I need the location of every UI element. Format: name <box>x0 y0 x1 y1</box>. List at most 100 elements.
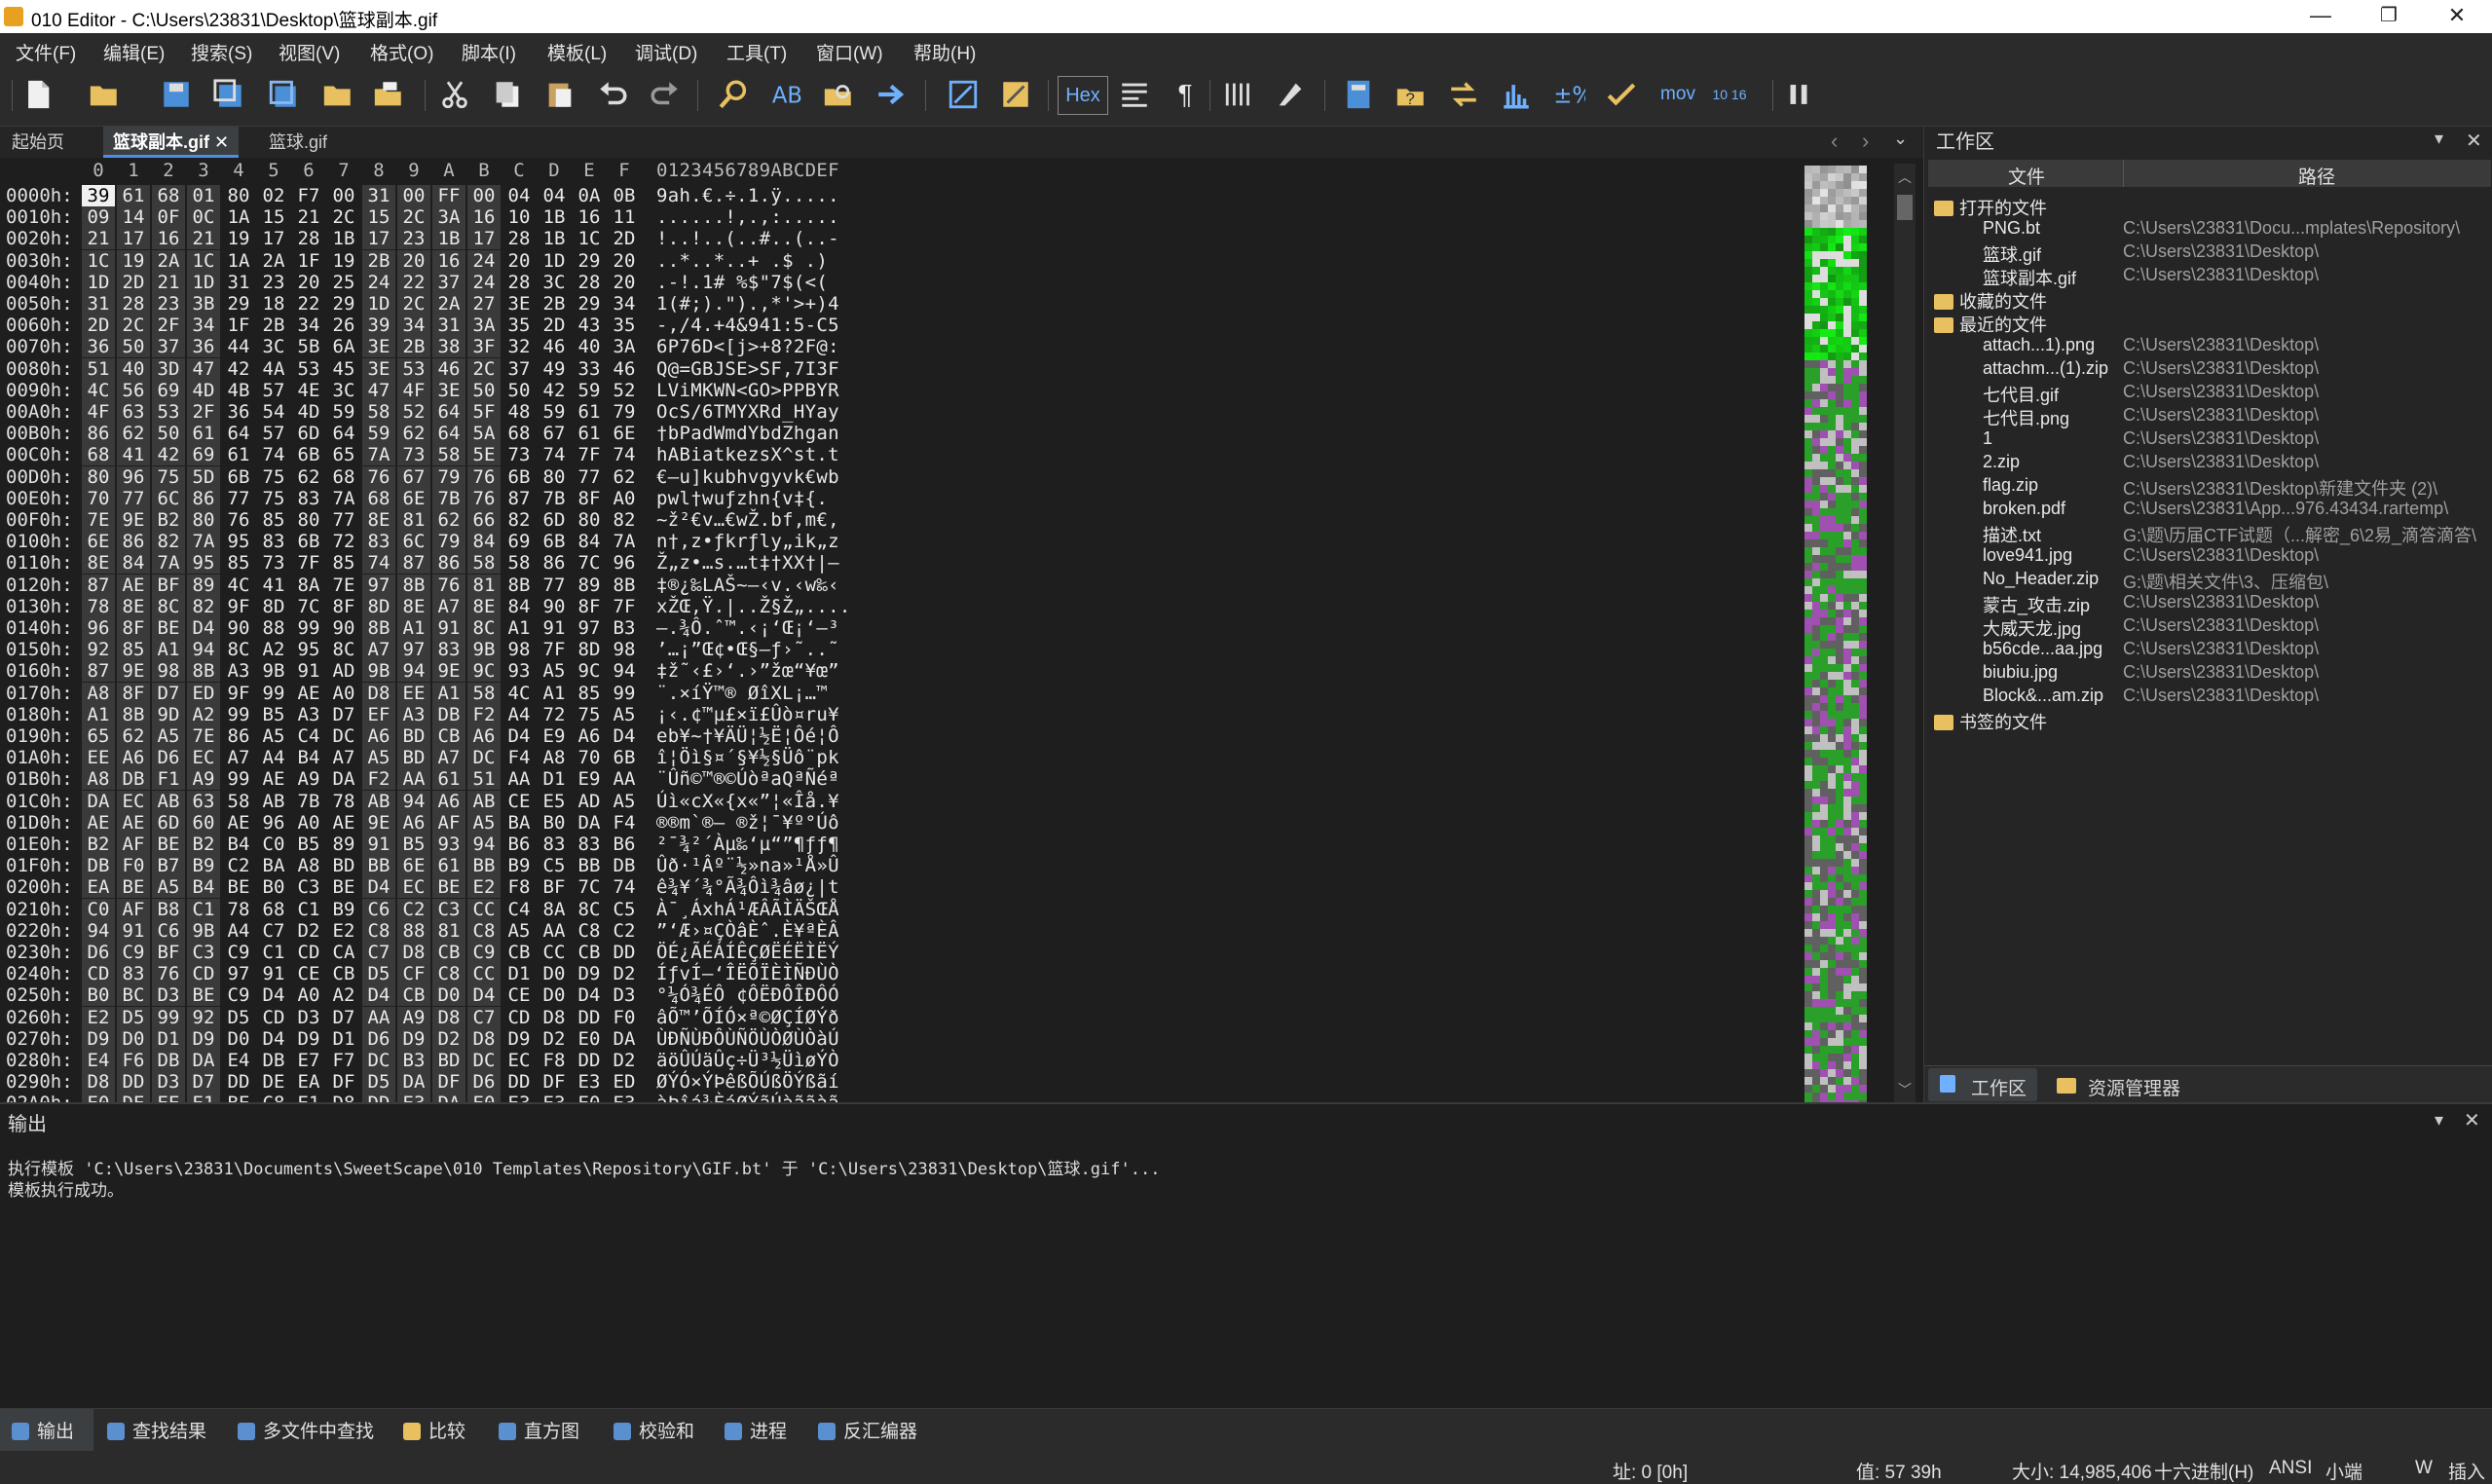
hex-byte[interactable]: A6 <box>467 725 501 747</box>
hex-byte[interactable]: 41 <box>117 444 150 466</box>
hex-byte[interactable]: D9 <box>292 1028 325 1050</box>
hex-byte[interactable]: C5 <box>608 899 641 920</box>
hex-byte[interactable]: CB <box>432 725 465 747</box>
hex-byte[interactable]: AE <box>292 683 325 704</box>
hex-row[interactable]: 0230h: D6 C9 BF C3 C9 C1 CD CA C7 D8 CB C9 CB CC CB DD ÖÉ… <box>0 942 857 963</box>
hex-byte[interactable]: 97 <box>397 639 430 661</box>
hex-byte[interactable]: 48 <box>502 401 536 423</box>
scroll-up-icon[interactable]: ︿ <box>1898 167 1912 187</box>
hex-byte[interactable]: D1 <box>502 963 536 984</box>
hex-byte[interactable]: D4 <box>502 725 536 747</box>
hex-byte[interactable]: 31 <box>222 272 255 293</box>
workspace-file-item[interactable]: 七代目.png C:\Users\23831\Desktop\ <box>1924 405 2492 428</box>
hex-row[interactable]: 0140h: 96 8F BE D4 90 88 99 90 8B A1 91 8C A1 91 97 B3 –.… <box>0 617 857 639</box>
hex-byte[interactable]: BE <box>152 834 185 855</box>
hex-byte[interactable]: D5 <box>117 1006 150 1028</box>
ascii-text[interactable]: 1(#;).").,*'>+)4 <box>656 293 839 315</box>
hex-byte[interactable]: 26 <box>327 315 360 336</box>
hex-byte[interactable]: 90 <box>538 596 571 617</box>
menu-script[interactable]: 脚本(I) <box>462 39 516 65</box>
hex-byte[interactable]: 53 <box>397 357 430 380</box>
hex-byte[interactable]: F8 <box>502 876 536 898</box>
hex-byte[interactable]: CB <box>397 984 430 1007</box>
hex-byte[interactable]: 83 <box>292 488 325 509</box>
hex-byte[interactable]: D7 <box>152 682 185 704</box>
hex-byte[interactable]: 63 <box>187 790 220 812</box>
hex-byte[interactable]: 73 <box>502 444 536 465</box>
hex-byte[interactable]: AD <box>573 791 606 812</box>
hex-byte[interactable]: 17 <box>117 228 150 250</box>
hex-byte[interactable]: AA <box>362 1006 395 1028</box>
hex-byte[interactable]: D9 <box>82 1027 115 1050</box>
hex-row[interactable]: 0260h: E2 D5 99 92 D5 CD D3 D7 AA A9 D8 C7 CD D8 DD F0 âÕ… <box>0 1006 857 1028</box>
hex-byte[interactable]: 3B <box>187 293 220 315</box>
hex-row[interactable]: 0240h: CD 83 76 CD 97 91 CE CB D5 CF C8 CC D1 D0 D9 D2 Íƒ… <box>0 963 857 985</box>
hex-byte[interactable]: 17 <box>362 228 395 250</box>
hex-row[interactable]: 0190h: 65 62 A5 7E 86 A5 C4 DC A6 BD CB A6 D4 E9 A6 D4 eb… <box>0 725 857 747</box>
hex-byte[interactable]: 11 <box>608 206 641 228</box>
hex-byte[interactable]: 40 <box>573 336 606 357</box>
ascii-text[interactable]: !..!..(..#..(..- <box>656 228 839 249</box>
hex-byte[interactable]: 3C <box>538 272 571 293</box>
workspace-file-item[interactable]: Block&...am.zip C:\Users\23831\Desktop\ <box>1924 686 2492 709</box>
hex-byte[interactable]: A5 <box>502 920 536 942</box>
hex-byte[interactable]: 44 <box>222 336 255 357</box>
hex-byte[interactable]: 7A <box>152 552 185 575</box>
hex-byte[interactable]: ED <box>187 682 220 704</box>
hex-byte[interactable]: AA <box>502 768 536 790</box>
hex-byte[interactable]: A8 <box>82 682 115 704</box>
hex-byte[interactable]: 4D <box>292 401 325 423</box>
workspace-file-item[interactable]: love941.jpg C:\Users\23831\Desktop\ <box>1924 545 2492 569</box>
hex-byte[interactable]: 34 <box>292 315 325 336</box>
hex-byte[interactable]: 7E <box>82 509 115 531</box>
hex-byte[interactable]: D2 <box>608 1050 641 1071</box>
hex-byte[interactable]: 7F <box>573 444 606 465</box>
hex-byte[interactable]: 6B <box>608 747 641 768</box>
hex-byte[interactable]: 77 <box>327 509 360 531</box>
hex-byte[interactable]: 8B <box>117 703 150 725</box>
hex-byte[interactable]: 0A <box>573 185 606 206</box>
hex-byte[interactable]: AB <box>467 790 501 812</box>
hex-byte[interactable]: 51 <box>82 357 115 380</box>
hex-byte[interactable]: 58 <box>362 401 395 423</box>
hex-byte[interactable]: 96 <box>117 465 150 488</box>
hex-byte[interactable]: C0 <box>82 898 115 920</box>
hex-byte[interactable]: A9 <box>292 768 325 790</box>
hex-byte[interactable]: 94 <box>397 660 430 683</box>
hex-byte[interactable]: 62 <box>432 509 465 531</box>
workspace-file-item[interactable]: 2.zip C:\Users\23831\Desktop\ <box>1924 452 2492 475</box>
hex-byte[interactable]: 3E <box>432 379 465 401</box>
hex-byte[interactable]: CD <box>292 942 325 963</box>
tab-active-file[interactable]: 篮球副本.gif ✕ <box>103 127 240 158</box>
hex-byte[interactable]: 7A <box>327 488 360 509</box>
ascii-text[interactable]: ¡‹.¢™µ£×ï£Ûò¤ru¥ <box>656 704 839 725</box>
hex-byte[interactable]: 3A <box>467 315 501 337</box>
cut-icon[interactable] <box>436 76 473 113</box>
hex-byte[interactable]: 84 <box>573 531 606 552</box>
hex-byte[interactable]: A7 <box>432 747 465 769</box>
hex-row[interactable]: 00E0h: 70 77 6C 86 77 75 83 7A 68 6E 7B 76 87 7B 8F A0 pw… <box>0 487 857 509</box>
ascii-text[interactable]: pwl†wuƒzhn{v‡{. <box>656 488 839 509</box>
hex-row[interactable]: 0210h: C0 AF B8 C1 78 68 C1 B9 C6 C2 C3 CC C4 8A 8C C5 À¯… <box>0 898 857 920</box>
hex-byte[interactable]: E4 <box>82 1050 115 1071</box>
hex-byte[interactable]: 91 <box>362 834 395 855</box>
hex-byte[interactable]: C5 <box>538 855 571 876</box>
hex-byte[interactable]: 52 <box>608 380 641 401</box>
hex-byte[interactable]: 6E <box>82 531 115 553</box>
hex-byte[interactable]: 45 <box>327 358 360 380</box>
hex-byte[interactable]: B9 <box>187 855 220 877</box>
hex-byte[interactable]: B3 <box>608 617 641 639</box>
hex-byte[interactable]: 37 <box>432 271 465 293</box>
hex-byte[interactable]: D4 <box>257 1028 290 1050</box>
ascii-text[interactable]: 6P76D<[j>+8?2F@: <box>656 336 839 357</box>
hex-row[interactable]: 00A0h: 4F 63 53 2F 36 54 4D 59 58 52 64 5F 48 59 61 79 Oc… <box>0 401 857 423</box>
hex-byte[interactable]: C3 <box>292 876 325 898</box>
hex-byte[interactable]: F7 <box>327 1050 360 1071</box>
hex-byte[interactable]: 7B <box>292 791 325 812</box>
workspace-file-item[interactable]: flag.zip C:\Users\23831\Desktop\新建文件夹 (2)… <box>1924 475 2492 499</box>
workspace-file-item[interactable]: attach...1).png C:\Users\23831\Desktop\ <box>1924 335 2492 358</box>
hex-row[interactable]: 0280h: E4 F6 DB DA E4 DB E7 F7 DC B3 BD DC EC F8 DD D2 äö… <box>0 1050 857 1071</box>
hex-byte[interactable]: 8D <box>257 596 290 617</box>
status-insert[interactable]: 插入 <box>2448 1458 2485 1484</box>
hex-byte[interactable]: 96 <box>257 812 290 834</box>
